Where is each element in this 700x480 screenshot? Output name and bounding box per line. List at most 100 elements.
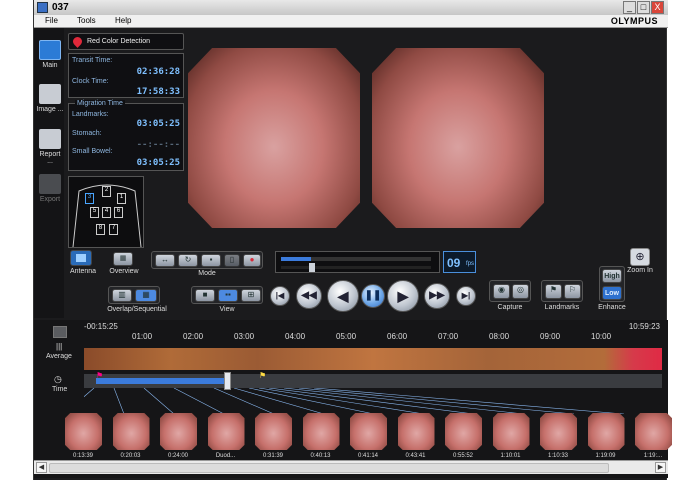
close-button[interactable]: X (651, 1, 664, 14)
landmarks-value: 03:05:25 (136, 119, 180, 129)
mode-red-button[interactable]: ● (243, 254, 261, 267)
mode-group: ↔ ↻ ▪ ▯ ● (151, 251, 263, 269)
sequential-button[interactable]: ▦ (135, 289, 157, 302)
thumbnail[interactable] (207, 413, 245, 450)
red-detection-label: Red Color Detection (87, 38, 151, 45)
menu-file[interactable]: File (45, 16, 58, 25)
sidebar-item-label: Export (39, 196, 61, 203)
mode-save-button[interactable]: ▪ (201, 254, 221, 267)
thumbnail[interactable] (492, 413, 530, 450)
antenna-3: 3 (85, 193, 94, 204)
skip-start-button[interactable]: |◀ (270, 286, 290, 306)
thumbnail[interactable] (302, 413, 340, 450)
zoom-label: Zoom In (627, 267, 653, 274)
thumbnail[interactable] (397, 413, 435, 450)
time-box: Transit Time: 02:36:28 Clock Time: 17:58… (68, 53, 184, 98)
view-single-button[interactable]: ■ (195, 289, 215, 302)
antenna-4: 4 (102, 207, 111, 218)
time-bar[interactable]: ⚑ ⚑ (84, 371, 662, 390)
step-back-button[interactable]: ◀◀ (296, 283, 322, 309)
scroll-thumb[interactable] (49, 463, 609, 473)
video-viewer[interactable] (188, 48, 549, 228)
timeline-tick: 04:00 (285, 332, 306, 341)
stomach-label: Stomach: (72, 130, 102, 137)
sidebar-item-image[interactable]: Image ... (36, 84, 64, 113)
capture-set-button[interactable]: ◎ (512, 284, 529, 299)
thumbnail[interactable] (635, 413, 672, 450)
scroll-left-icon[interactable]: ◀ (36, 462, 47, 473)
antenna-7: 7 (109, 224, 118, 235)
skip-end-button[interactable]: ▶| (456, 286, 476, 306)
red-detection-button[interactable]: Red Color Detection (68, 33, 184, 50)
timeline-tick: 07:00 (438, 332, 459, 341)
mode-loop-button[interactable]: ↻ (178, 254, 198, 267)
pause-button[interactable]: ❚❚ (361, 284, 385, 308)
color-strip[interactable] (84, 348, 662, 370)
landmark-flag-icon: ⚑ (259, 371, 267, 380)
minimize-button[interactable]: _ (623, 1, 636, 14)
timeline-tick: 01:00 (132, 332, 153, 341)
timeline-end: 10:59:23 (628, 322, 660, 331)
thumbnail-time: 0:43:41 (405, 453, 426, 459)
antenna-button[interactable] (70, 250, 92, 266)
speed-thumb[interactable] (309, 263, 315, 272)
landmark-next-button[interactable]: ⚐ (564, 284, 581, 299)
average-label: Average (46, 353, 72, 360)
thumbnail-time: 0:20:03 (120, 453, 141, 459)
view-quad-button[interactable]: ⊞ (241, 289, 261, 302)
video-frame-left (188, 48, 360, 228)
clock-value: 17:58:33 (136, 87, 180, 97)
enhance-low-button[interactable]: Low (602, 286, 622, 300)
mode-step-button[interactable]: ↔ (155, 254, 175, 267)
horizontal-scrollbar[interactable]: ◀ ▶ (34, 460, 668, 474)
menu-tools[interactable]: Tools (77, 16, 96, 25)
landmarks-label: Landmarks: (72, 111, 109, 118)
capture-group: ◉ ◎ (489, 280, 531, 302)
thumbnail[interactable] (255, 413, 292, 450)
play-reverse-button[interactable]: ◀ (327, 280, 359, 312)
landmark-add-button[interactable]: ⚑ (545, 284, 562, 299)
maximize-button[interactable]: □ (637, 1, 650, 14)
transit-value: 02:36:28 (136, 67, 180, 77)
capture-button[interactable]: ◉ (493, 284, 510, 299)
overlap-button[interactable]: ▥ (112, 289, 132, 302)
zoom-in-button[interactable]: ⊕ (630, 248, 650, 266)
clock-icon: ◷ (54, 374, 62, 384)
main-icon (39, 40, 61, 60)
view-dual-button[interactable]: ▪▪ (218, 289, 238, 302)
thumbnail[interactable] (445, 413, 482, 450)
speed-track-lower (281, 266, 431, 269)
thumbnail[interactable] (540, 413, 577, 450)
window-title: 037 (52, 2, 69, 13)
play-button[interactable]: ▶ (387, 280, 419, 312)
sidebar-item-main[interactable]: Main (36, 40, 64, 69)
scroll-right-icon[interactable]: ▶ (655, 462, 666, 473)
mode-lock-button[interactable]: ▯ (224, 254, 240, 267)
speed-fill (281, 257, 311, 261)
sidebar: Main Image ... Report ... Export (34, 28, 64, 318)
antenna-map[interactable]: 3 2 1 5 4 6 8 7 (68, 176, 144, 248)
thumbnail[interactable] (112, 413, 150, 450)
image-icon (39, 84, 61, 104)
timeline-tick: 10:00 (591, 332, 612, 341)
transit-label: Transit Time: (72, 57, 113, 64)
info-panel: Red Color Detection Transit Time: 02:36:… (68, 33, 184, 173)
sidebar-item-report[interactable]: Report ... (36, 129, 64, 165)
overview-button[interactable]: ▦ (113, 252, 133, 266)
thumbnail[interactable] (65, 413, 102, 450)
step-forward-button[interactable]: ▶▶ (424, 283, 450, 309)
menu-help[interactable]: Help (115, 16, 131, 25)
thumbnail-time: 1:10:33 (547, 453, 569, 459)
play-icon: ▶ (397, 288, 409, 304)
thumbnail[interactable] (160, 413, 197, 450)
speed-value: 09 (447, 256, 461, 270)
speed-unit: fps (466, 261, 475, 267)
thumbnail-time: 0:13:39 (72, 453, 94, 459)
average-toggle[interactable] (53, 326, 67, 338)
thumbnail[interactable] (350, 413, 387, 450)
enhance-high-button[interactable]: High (602, 269, 622, 283)
timeline-tick: 05:00 (336, 332, 357, 341)
sidebar-item-export[interactable]: Export (36, 174, 64, 203)
thumbnail[interactable] (587, 413, 625, 450)
speed-slider[interactable] (275, 251, 440, 273)
